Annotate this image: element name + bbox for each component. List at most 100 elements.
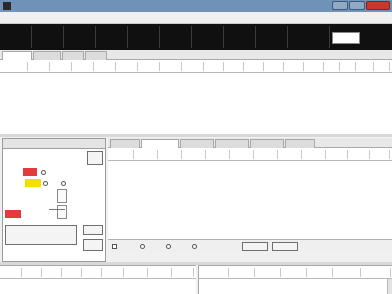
- top-tab[interactable]: [33, 51, 61, 60]
- vertical-scrollbar[interactable]: [387, 279, 392, 294]
- column-header[interactable]: [333, 268, 361, 277]
- column-header[interactable]: [201, 268, 229, 277]
- column-header[interactable]: [42, 268, 62, 277]
- middle-panel-footer: [108, 239, 392, 252]
- middle-tab[interactable]: [180, 139, 214, 148]
- order-panel: [2, 138, 106, 262]
- column-header[interactable]: [2, 268, 22, 277]
- footer-button-2[interactable]: [272, 242, 298, 251]
- summary-cell: [162, 26, 192, 48]
- column-header[interactable]: [204, 62, 224, 71]
- column-header[interactable]: [356, 62, 374, 71]
- column-header[interactable]: [172, 268, 194, 277]
- column-header[interactable]: [244, 62, 264, 71]
- column-header[interactable]: [307, 268, 333, 277]
- column-header[interactable]: [50, 62, 72, 71]
- column-header[interactable]: [148, 268, 172, 277]
- top-tab[interactable]: [85, 51, 107, 60]
- column-header[interactable]: [182, 150, 206, 159]
- side-button[interactable]: [83, 225, 103, 235]
- middle-grid-header: [108, 148, 392, 161]
- order-panel-header: [3, 139, 105, 149]
- quantity-stepper[interactable]: [57, 189, 67, 203]
- column-header[interactable]: [326, 150, 348, 159]
- column-header[interactable]: [348, 150, 370, 159]
- column-header[interactable]: [160, 62, 182, 71]
- top-grid-body[interactable]: [0, 73, 392, 134]
- red-label: [5, 210, 21, 218]
- column-header[interactable]: [340, 62, 356, 71]
- column-header[interactable]: [182, 62, 204, 71]
- top-grid-header: [0, 60, 392, 73]
- middle-tab[interactable]: [285, 139, 315, 148]
- column-header[interactable]: [2, 62, 28, 71]
- column-header[interactable]: [94, 62, 116, 71]
- column-header[interactable]: [134, 150, 158, 159]
- side-button[interactable]: [83, 239, 103, 251]
- column-header[interactable]: [324, 62, 340, 71]
- middle-tab[interactable]: [215, 139, 249, 148]
- summary-action-button[interactable]: [332, 32, 360, 44]
- column-header[interactable]: [278, 150, 302, 159]
- summary-cell: [98, 26, 128, 48]
- summary-cell: [34, 26, 64, 48]
- close-button[interactable]: [366, 1, 390, 10]
- column-header[interactable]: [158, 150, 182, 159]
- column-header[interactable]: [284, 62, 304, 71]
- column-header[interactable]: [304, 62, 324, 71]
- horizontal-splitter[interactable]: [0, 134, 392, 137]
- column-header[interactable]: [124, 268, 148, 277]
- column-header[interactable]: [264, 62, 284, 71]
- column-header[interactable]: [229, 268, 255, 277]
- bottom-right-grid: [198, 265, 392, 294]
- column-header[interactable]: [82, 268, 102, 277]
- column-header[interactable]: [28, 62, 50, 71]
- window-title: [14, 2, 194, 10]
- top-tab[interactable]: [62, 51, 84, 60]
- column-header[interactable]: [370, 150, 390, 159]
- price-stepper[interactable]: [57, 205, 67, 219]
- column-header[interactable]: [361, 268, 391, 277]
- filter-radio[interactable]: [166, 244, 171, 249]
- filter-checkbox[interactable]: [112, 244, 117, 249]
- column-header[interactable]: [255, 268, 281, 277]
- offset-radio-2[interactable]: [61, 181, 66, 186]
- column-header[interactable]: [374, 62, 390, 71]
- submit-order-button[interactable]: [5, 225, 77, 245]
- summary-cell: [226, 26, 256, 48]
- contract-select-button[interactable]: [87, 151, 103, 165]
- column-header[interactable]: [281, 268, 307, 277]
- column-header[interactable]: [138, 62, 160, 71]
- column-header[interactable]: [62, 268, 82, 277]
- app-icon: [3, 2, 11, 10]
- middle-tabs: [108, 138, 392, 148]
- column-header[interactable]: [230, 150, 254, 159]
- maximize-button[interactable]: [349, 1, 365, 10]
- summary-cell: [258, 26, 288, 48]
- column-header[interactable]: [110, 150, 134, 159]
- filter-radio[interactable]: [140, 244, 145, 249]
- middle-tab[interactable]: [250, 139, 284, 148]
- open-tag[interactable]: [25, 179, 41, 187]
- offset-radio-1[interactable]: [43, 181, 48, 186]
- direction-radio[interactable]: [41, 170, 46, 175]
- column-header[interactable]: [206, 150, 230, 159]
- column-header[interactable]: [116, 62, 138, 71]
- column-header[interactable]: [102, 268, 124, 277]
- middle-tab[interactable]: [141, 139, 179, 148]
- minimize-button[interactable]: [332, 1, 348, 10]
- filter-radio[interactable]: [192, 244, 197, 249]
- column-header[interactable]: [302, 150, 326, 159]
- column-header[interactable]: [22, 268, 42, 277]
- middle-grid-body[interactable]: [108, 161, 392, 239]
- column-header[interactable]: [72, 62, 94, 71]
- middle-tab[interactable]: [110, 139, 140, 148]
- column-header[interactable]: [224, 62, 244, 71]
- top-tabs: [0, 50, 392, 60]
- divider: [49, 209, 65, 210]
- summary-cell: [290, 26, 330, 48]
- top-tab[interactable]: [2, 51, 32, 60]
- buy-tag[interactable]: [23, 168, 37, 176]
- column-header[interactable]: [254, 150, 278, 159]
- footer-button-1[interactable]: [242, 242, 268, 251]
